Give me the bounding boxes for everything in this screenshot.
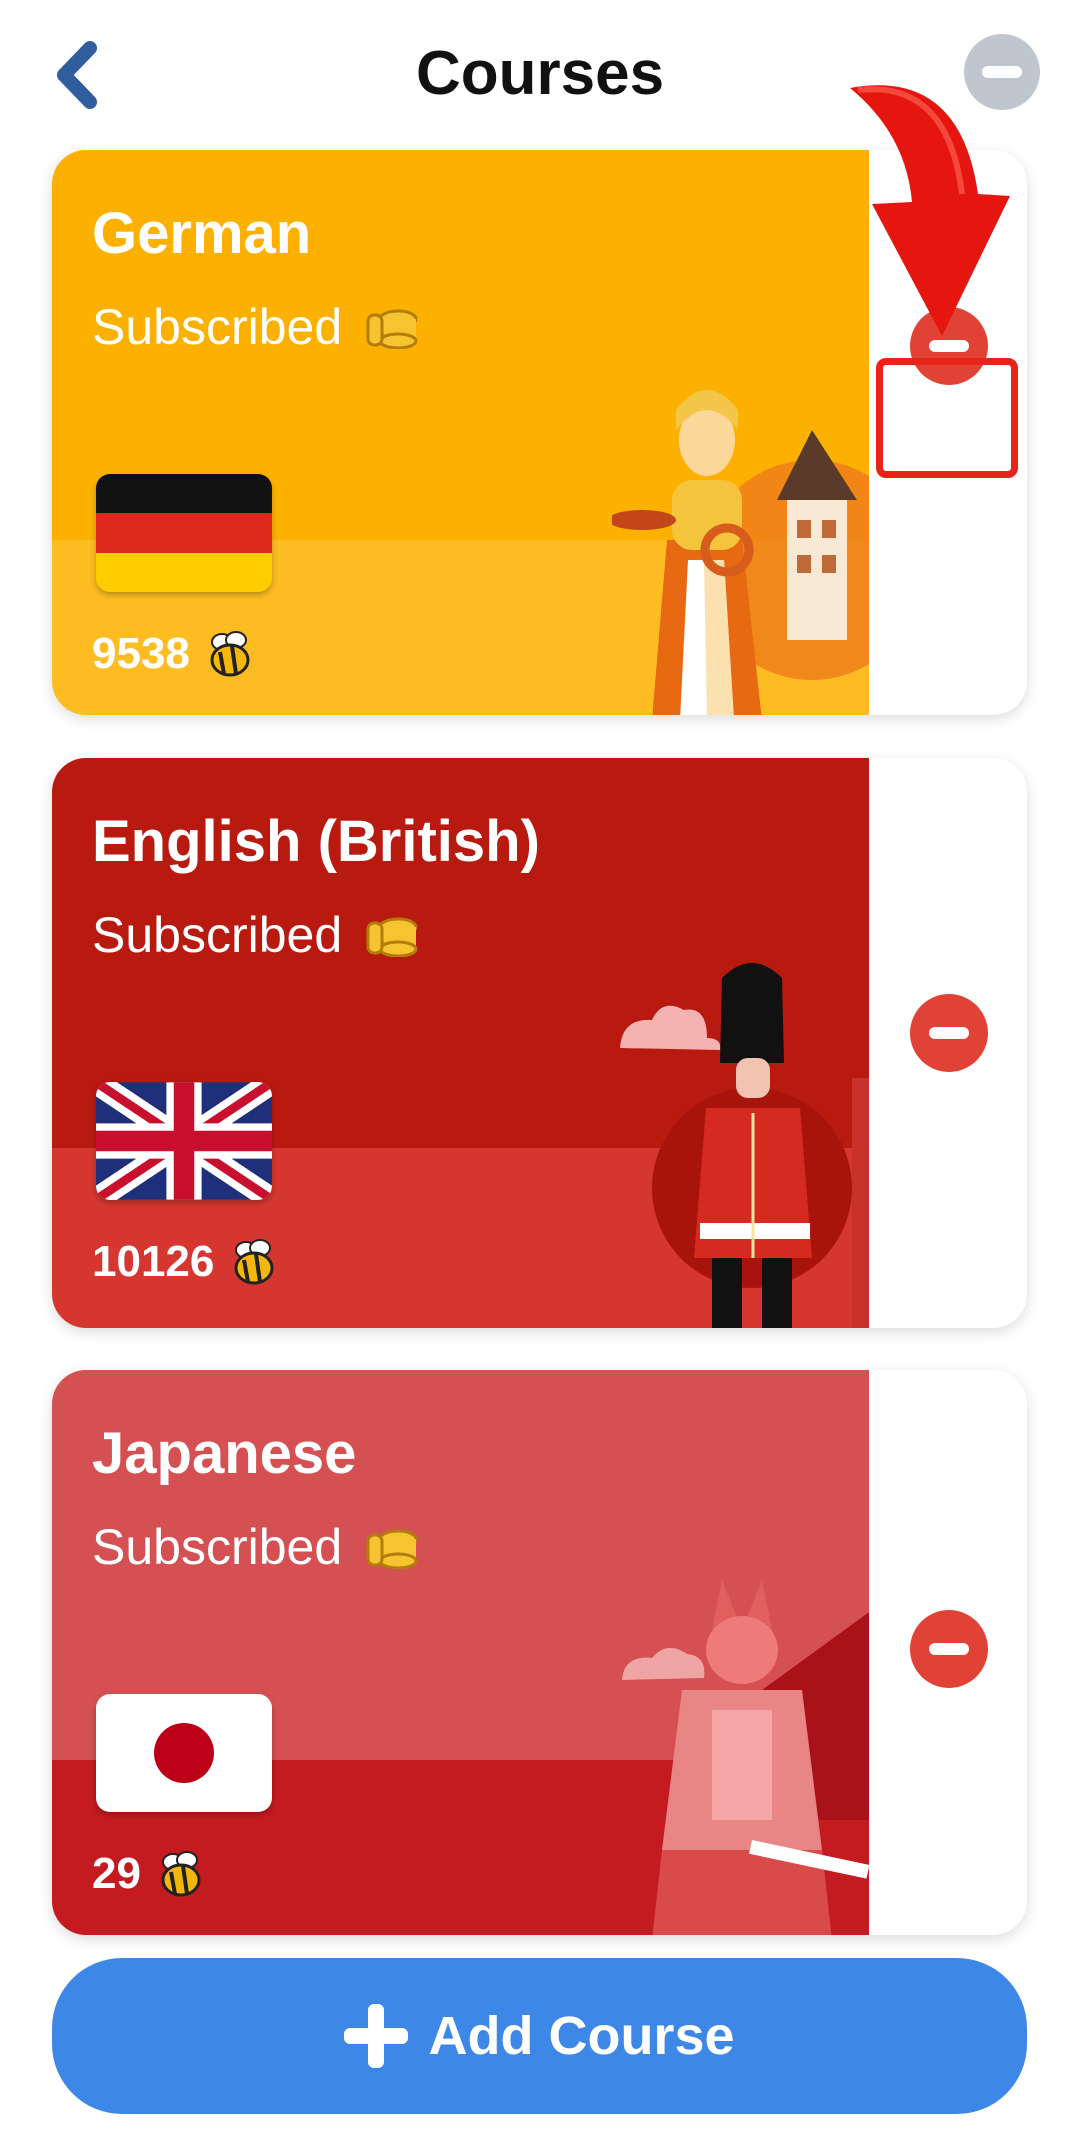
plus-icon	[344, 2004, 409, 2068]
remove-course-button[interactable]	[910, 1610, 988, 1688]
count-value: 9538	[92, 629, 190, 678]
course-card-english[interactable]: English (British) Subscribed 10126	[52, 758, 1027, 1328]
course-card-body[interactable]: German Subscribed 9538	[52, 150, 869, 715]
coins-icon	[366, 309, 418, 349]
course-status: Subscribed	[92, 906, 418, 964]
course-card-body[interactable]: Japanese Subscribed 29	[52, 1370, 869, 1935]
course-card-japanese[interactable]: Japanese Subscribed 29	[52, 1370, 1027, 1935]
course-count: 10126	[92, 1236, 280, 1288]
germany-flag	[96, 474, 272, 592]
status-label: Subscribed	[92, 299, 343, 355]
royal-guard-illustration	[620, 963, 869, 1328]
japan-flag	[96, 1694, 272, 1812]
coins-icon	[366, 917, 418, 957]
course-title: German	[92, 201, 312, 266]
course-status: Subscribed	[92, 1518, 418, 1576]
add-course-button[interactable]: Add Course	[52, 1958, 1027, 2114]
status-label: Subscribed	[92, 1519, 343, 1575]
minus-icon	[929, 1027, 969, 1039]
course-status: Subscribed	[92, 298, 418, 356]
remove-course-button[interactable]	[910, 994, 988, 1072]
samurai-illustration	[622, 1580, 869, 1935]
bee-icon	[234, 1239, 274, 1285]
course-card-body[interactable]: English (British) Subscribed 10126	[52, 758, 869, 1328]
uk-flag	[96, 1082, 272, 1200]
count-value: 29	[92, 1849, 141, 1898]
course-title: Japanese	[92, 1421, 357, 1486]
course-count: 9538	[92, 628, 256, 680]
highlight-box-annotation	[876, 358, 1018, 478]
bee-icon	[210, 631, 250, 677]
german-woman-illustration	[612, 390, 869, 715]
coins-icon	[366, 1529, 418, 1569]
course-title: English (British)	[92, 809, 540, 874]
count-value: 10126	[92, 1237, 215, 1286]
add-course-label: Add Course	[428, 2006, 735, 2066]
red-arrow-annotation	[850, 85, 1010, 336]
course-count: 29	[92, 1848, 207, 1900]
bee-icon	[161, 1851, 201, 1897]
status-label: Subscribed	[92, 907, 343, 963]
minus-icon	[929, 1643, 969, 1655]
